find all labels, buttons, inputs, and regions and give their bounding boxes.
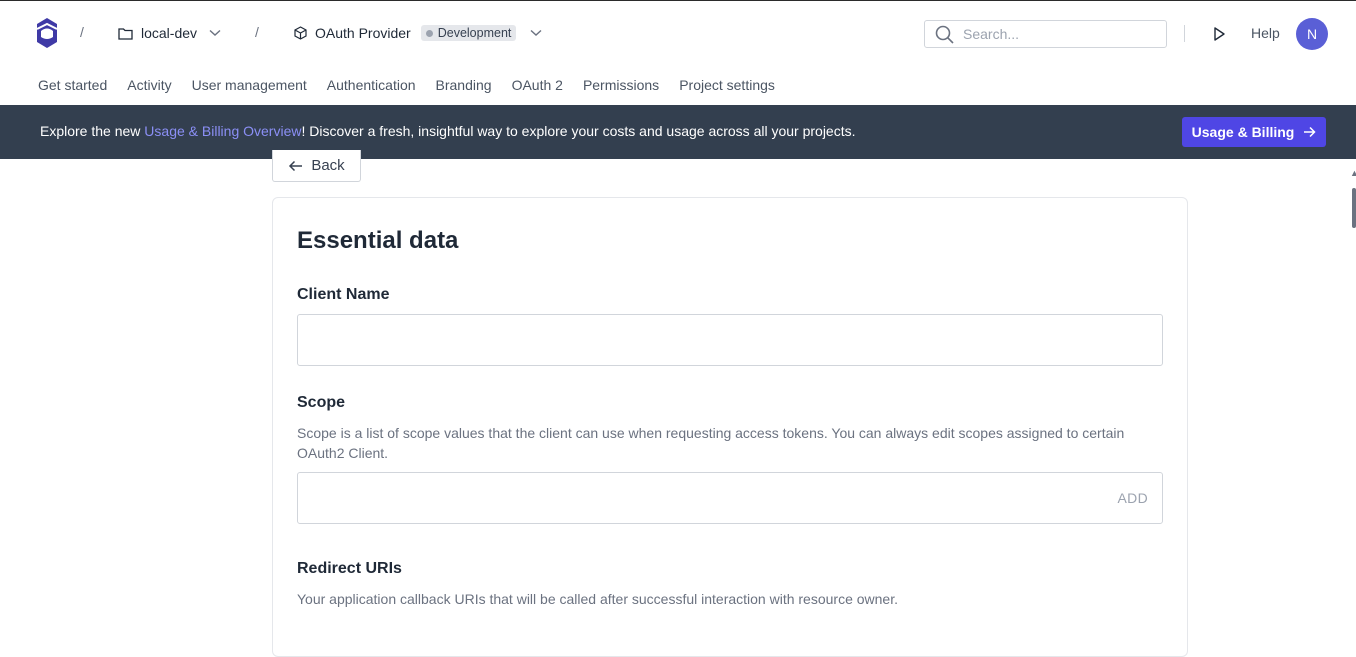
scope-input[interactable] bbox=[298, 473, 1162, 523]
chevron-down-icon bbox=[209, 29, 221, 36]
nav-get-started[interactable]: Get started bbox=[38, 77, 107, 93]
usage-billing-button[interactable]: Usage & Billing bbox=[1182, 117, 1326, 147]
nav-project-settings[interactable]: Project settings bbox=[679, 77, 775, 93]
card-title: Essential data bbox=[297, 227, 459, 254]
scroll-up-icon[interactable]: ▲ bbox=[1350, 168, 1356, 178]
arrow-right-icon bbox=[1304, 126, 1316, 138]
environment-badge: Development bbox=[420, 25, 517, 41]
chevron-down-icon bbox=[530, 29, 542, 36]
usage-billing-button-label: Usage & Billing bbox=[1191, 124, 1295, 140]
essential-data-card: Essential data Client Name Scope Scope i… bbox=[272, 197, 1188, 657]
redirect-uris-label: Redirect URIs bbox=[297, 560, 402, 577]
back-button[interactable]: Back bbox=[272, 150, 361, 182]
breadcrumb-separator: / bbox=[80, 24, 84, 40]
nav-branding[interactable]: Branding bbox=[436, 77, 492, 93]
help-link[interactable]: Help bbox=[1251, 25, 1280, 41]
banner-text: Explore the new Usage & Billing Overview… bbox=[40, 123, 856, 139]
play-icon[interactable] bbox=[1211, 26, 1227, 42]
search-icon bbox=[935, 25, 954, 44]
project-selector[interactable]: OAuth Provider Development bbox=[294, 22, 542, 44]
banner-suffix: ! Discover a fresh, insightful way to ex… bbox=[301, 123, 856, 139]
redirect-uris-description: Your application callback URIs that will… bbox=[297, 591, 899, 607]
scrollbar-thumb[interactable] bbox=[1352, 188, 1356, 228]
scope-description: Scope is a list of scope values that the… bbox=[297, 425, 1125, 461]
project-name: OAuth Provider bbox=[315, 25, 411, 41]
search-input[interactable] bbox=[963, 26, 1153, 42]
add-scope-button[interactable]: ADD bbox=[1118, 490, 1148, 506]
divider bbox=[1184, 25, 1185, 42]
nav-permissions[interactable]: Permissions bbox=[583, 77, 659, 93]
back-button-label: Back bbox=[311, 157, 345, 174]
nav-activity[interactable]: Activity bbox=[127, 77, 171, 93]
ory-logo-icon[interactable] bbox=[36, 17, 58, 49]
top-bar: / local-dev / OAuth Provider Development bbox=[0, 0, 1356, 105]
avatar[interactable]: N bbox=[1296, 18, 1328, 50]
environment-label: Development bbox=[437, 26, 512, 40]
arrow-left-icon bbox=[289, 160, 303, 171]
announcement-banner: Explore the new Usage & Billing Overview… bbox=[0, 105, 1356, 159]
breadcrumb-separator: / bbox=[255, 24, 259, 40]
scope-field[interactable]: ADD bbox=[297, 472, 1163, 524]
main-nav: Get started Activity User management Aut… bbox=[38, 77, 775, 93]
workspace-name: local-dev bbox=[141, 25, 198, 41]
scope-label: Scope bbox=[297, 394, 346, 411]
cube-icon bbox=[294, 26, 307, 40]
workspace-selector[interactable]: local-dev bbox=[118, 22, 221, 44]
client-name-label: Client Name bbox=[297, 286, 390, 303]
client-name-field[interactable] bbox=[297, 314, 1163, 366]
search-box[interactable] bbox=[924, 20, 1167, 48]
nav-user-management[interactable]: User management bbox=[192, 77, 307, 93]
usage-billing-overview-link[interactable]: Usage & Billing Overview bbox=[144, 123, 301, 139]
nav-authentication[interactable]: Authentication bbox=[327, 77, 416, 93]
folder-icon bbox=[118, 27, 133, 40]
banner-prefix: Explore the new bbox=[40, 123, 145, 139]
nav-oauth2[interactable]: OAuth 2 bbox=[512, 77, 563, 93]
status-dot-icon bbox=[425, 29, 433, 37]
client-name-input[interactable] bbox=[298, 315, 1162, 365]
